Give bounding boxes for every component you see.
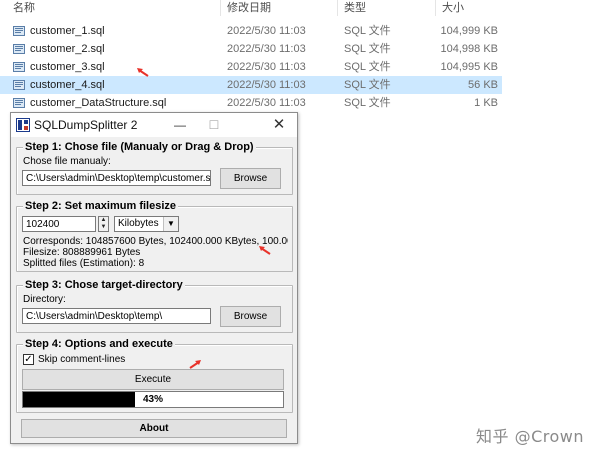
- column-divider[interactable]: [337, 0, 338, 16]
- step4-title: Step 4: Options and execute: [23, 338, 175, 351]
- target-directory-input[interactable]: C:\Users\admin\Desktop\temp\: [22, 308, 211, 324]
- spin-up-icon[interactable]: ▲: [99, 217, 108, 224]
- file-size: 1 KB: [474, 97, 498, 109]
- file-size: 56 KB: [468, 79, 498, 91]
- file-name: customer_3.sql: [30, 61, 105, 73]
- about-button[interactable]: About: [21, 419, 287, 438]
- spin-down-icon[interactable]: ▼: [99, 224, 108, 231]
- app-icon: [16, 118, 30, 132]
- column-header-modified[interactable]: 修改日期: [227, 0, 271, 16]
- minimize-icon[interactable]: —: [163, 113, 197, 137]
- browse-directory-button[interactable]: Browse: [220, 306, 281, 327]
- progress-percent-text: 43%: [142, 394, 163, 405]
- sqldumpsplitter-window: SQLDumpSplitter 2 — ☐ ✕ Step 1: Chose fi…: [10, 112, 298, 444]
- file-modified: 2022/5/30 11:03: [227, 25, 306, 37]
- sql-file-icon: [13, 44, 25, 54]
- step2-group: Step 2: Set maximum filesize 102400 ▲ ▼ …: [16, 200, 293, 272]
- annotation-arrow-icon: [259, 246, 271, 255]
- maximize-icon[interactable]: ☐: [197, 113, 231, 137]
- chose-file-label: Chose file manualy:: [23, 156, 111, 167]
- file-size: 104,999 KB: [440, 25, 499, 37]
- file-name: customer_1.sql: [30, 25, 105, 37]
- source-file-input[interactable]: C:\Users\admin\Desktop\temp\customer.sql: [22, 170, 211, 186]
- file-type: SQL 文件: [344, 79, 391, 91]
- max-filesize-input[interactable]: 102400: [22, 216, 96, 232]
- file-row[interactable]: customer_1.sql 2022/5/30 11:03 SQL 文件 10…: [0, 22, 502, 40]
- file-explorer-list: 名称 修改日期 类型 大小 customer_1.sql 2022/5/30 1…: [0, 0, 600, 112]
- skip-comments-label: Skip comment-lines: [38, 354, 126, 365]
- sql-file-icon: [13, 80, 25, 90]
- file-size: 104,998 KB: [440, 43, 499, 55]
- file-modified: 2022/5/30 11:03: [227, 43, 306, 55]
- step2-title: Step 2: Set maximum filesize: [23, 200, 178, 213]
- file-row[interactable]: customer_3.sql 2022/5/30 11:03 SQL 文件 10…: [0, 58, 502, 76]
- file-name: customer_4.sql: [30, 79, 105, 91]
- column-divider[interactable]: [435, 0, 436, 16]
- execute-button[interactable]: Execute: [22, 369, 284, 390]
- skip-comments-checkbox[interactable]: ✓: [23, 354, 34, 365]
- file-modified: 2022/5/30 11:03: [227, 97, 306, 109]
- unit-select[interactable]: Kilobytes ▼: [114, 216, 179, 232]
- sql-file-icon: [13, 26, 25, 36]
- sql-file-icon: [13, 98, 25, 108]
- file-modified: 2022/5/30 11:03: [227, 79, 306, 91]
- file-type: SQL 文件: [344, 25, 391, 37]
- file-row[interactable]: customer_2.sql 2022/5/30 11:03 SQL 文件 10…: [0, 40, 502, 58]
- step3-title: Step 3: Chose target-directory: [23, 279, 185, 292]
- zhihu-watermark: 知乎 @Crown: [476, 427, 585, 446]
- filesize-spinner[interactable]: ▲ ▼: [98, 216, 109, 232]
- browse-file-button[interactable]: Browse: [220, 168, 281, 189]
- column-divider[interactable]: [220, 0, 221, 16]
- window-titlebar[interactable]: SQLDumpSplitter 2 — ☐ ✕: [11, 113, 297, 137]
- sql-file-icon: [13, 62, 25, 72]
- window-title: SQLDumpSplitter 2: [34, 118, 138, 132]
- file-size: 104,995 KB: [440, 61, 499, 73]
- annotation-arrow-icon: [137, 68, 149, 77]
- step1-title: Step 1: Chose file (Manualy or Drag & Dr…: [23, 141, 256, 154]
- column-header-size[interactable]: 大小: [442, 0, 464, 16]
- step1-group: Step 1: Chose file (Manualy or Drag & Dr…: [16, 141, 293, 195]
- step3-group: Step 3: Chose target-directory Directory…: [16, 279, 293, 333]
- file-type: SQL 文件: [344, 97, 391, 109]
- step4-group: Step 4: Options and execute ✓ Skip comme…: [16, 338, 293, 413]
- file-name: customer_2.sql: [30, 43, 105, 55]
- file-row-selected[interactable]: customer_4.sql 2022/5/30 11:03 SQL 文件 56…: [0, 76, 502, 94]
- unit-select-value: Kilobytes: [118, 218, 159, 229]
- annotation-arrow-icon: [189, 360, 201, 369]
- chevron-down-icon[interactable]: ▼: [163, 217, 178, 231]
- file-name: customer_DataStructure.sql: [30, 97, 167, 109]
- split-progress-bar: 43%: [22, 391, 284, 408]
- column-header-type[interactable]: 类型: [344, 0, 366, 16]
- file-type: SQL 文件: [344, 61, 391, 73]
- column-header-row: 名称 修改日期 类型 大小: [0, 0, 600, 16]
- file-type: SQL 文件: [344, 43, 391, 55]
- file-row[interactable]: customer_DataStructure.sql 2022/5/30 11:…: [0, 94, 502, 112]
- directory-label: Directory:: [23, 294, 66, 305]
- close-icon[interactable]: ✕: [262, 113, 296, 137]
- file-modified: 2022/5/30 11:03: [227, 61, 306, 73]
- splitted-files-text: Splitted files (Estimation): 8: [23, 258, 145, 269]
- column-header-name[interactable]: 名称: [13, 0, 35, 16]
